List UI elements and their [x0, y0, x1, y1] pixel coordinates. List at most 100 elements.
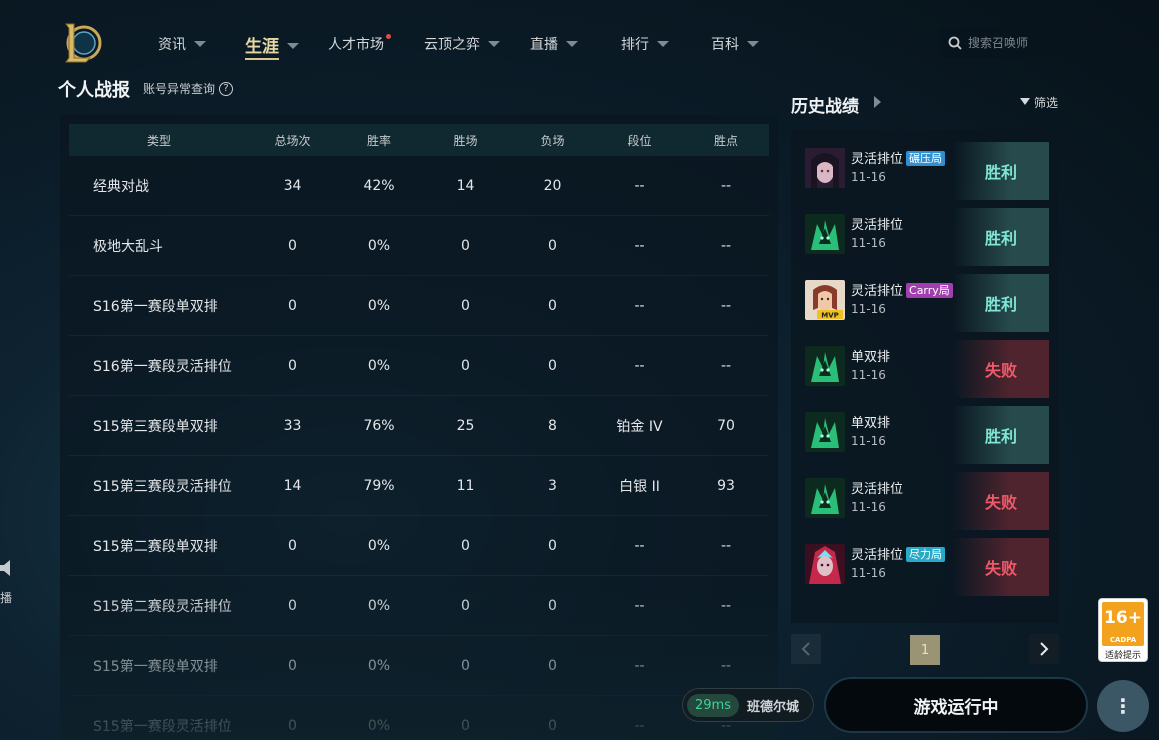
stat-cell: -- [634, 177, 645, 194]
queue-type: S16第一赛段灵活排位 [93, 358, 232, 375]
history-title[interactable]: 历史战绩 [791, 92, 859, 117]
search-box[interactable] [940, 28, 1064, 58]
match-item[interactable]: MVP 灵活排位 Carry局 11-16 胜利 [805, 274, 1049, 332]
lol-logo[interactable] [60, 20, 102, 64]
page-number[interactable]: 1 [910, 635, 940, 665]
stats-panel: 类型 总场次 胜率 胜场 负场 段位 胜点 经典对战 34 42% 14 20 -- -- 极… [60, 115, 778, 740]
match-mode-label: 灵活排位 [851, 152, 904, 167]
nav-talent-market[interactable]: 人才市场 [328, 34, 391, 54]
match-mode: 灵活排位 碾压局 [851, 148, 946, 167]
stat-cell: -- [634, 237, 645, 254]
nav-career[interactable]: 生涯 [245, 32, 299, 60]
server-name: 班德尔城 [746, 699, 799, 715]
match-mode: 单双排 [851, 346, 890, 365]
live-widget-label: 播 [0, 591, 13, 605]
live-widget[interactable]: 播 [0, 560, 12, 606]
search-input[interactable] [968, 36, 1058, 50]
account-abnormal-link[interactable]: 账号异常查询 ? [143, 80, 234, 97]
nav-wiki[interactable]: 百科 [711, 34, 759, 54]
nav-tft[interactable]: 云顶之弈 [424, 34, 500, 54]
queue-type: S15第一赛段单双排 [93, 658, 218, 675]
champion-avatar[interactable] [805, 478, 845, 518]
champion-avatar[interactable] [805, 544, 845, 584]
match-mode-label: 灵活排位 [851, 482, 904, 497]
filter-button[interactable]: 筛选 [1020, 94, 1058, 111]
nav-label: 资讯 [158, 37, 186, 53]
queue-type: S15第三赛段灵活排位 [93, 478, 232, 495]
column-header: 胜率 [366, 133, 391, 148]
queue-type: S15第二赛段单双排 [93, 538, 218, 555]
stat-cell: 0% [367, 357, 391, 374]
stat-cell: 0 [461, 537, 470, 554]
nav-news[interactable]: 资讯 [158, 34, 206, 54]
stat-cell: 76% [363, 417, 395, 434]
stat-cell: -- [720, 177, 732, 194]
match-result-win: 胜利 [953, 208, 1049, 266]
match-item[interactable]: 单双排 11-16 失败 [805, 340, 1049, 398]
queue-type: S16第一赛段单双排 [93, 298, 218, 315]
champion-avatar[interactable] [805, 214, 845, 254]
match-tag-badge: 碾压局 [906, 151, 946, 166]
match-mode-label: 灵活排位 [851, 218, 904, 233]
nav-label: 百科 [711, 37, 739, 53]
stat-cell: 白银 II [619, 478, 660, 495]
champion-avatar[interactable]: MVP [805, 280, 845, 320]
champion-avatar[interactable] [805, 412, 845, 452]
match-item[interactable]: 灵活排位 碾压局 11-16 胜利 [805, 142, 1049, 200]
column-header: 总场次 [274, 133, 311, 148]
champion-avatar[interactable] [805, 346, 845, 386]
notification-dot [386, 34, 391, 39]
stat-cell: 0 [461, 297, 470, 314]
stat-cell: 0 [288, 237, 297, 254]
prev-page-button[interactable] [791, 634, 821, 664]
match-mode-label: 灵活排位 [851, 284, 904, 299]
match-date: 11-16 [851, 302, 886, 316]
stat-cell: 8 [548, 417, 557, 434]
match-mode: 单双排 [851, 412, 890, 431]
game-running-button[interactable]: 游戏运行中 [824, 677, 1088, 733]
table-row: S15第二赛段单双排 0 0% 0 0 -- -- [69, 516, 769, 576]
stat-cell: 0% [367, 597, 391, 614]
stat-cell: -- [634, 597, 645, 614]
match-date: 11-16 [851, 236, 886, 250]
table-row: S15第二赛段灵活排位 0 0% 0 0 -- -- [69, 576, 769, 636]
match-item[interactable]: 灵活排位 11-16 胜利 [805, 208, 1049, 266]
match-item[interactable]: 灵活排位 尽力局 11-16 失败 [805, 538, 1049, 596]
stat-cell: 0% [367, 297, 391, 314]
chevron-down-icon [287, 43, 299, 49]
stat-cell: 0 [548, 537, 557, 554]
more-options-button[interactable]: ⋮ [1097, 680, 1149, 732]
nav-live[interactable]: 直播 [530, 34, 578, 54]
stat-cell: 20 [543, 177, 562, 194]
queue-type: 经典对战 [93, 178, 149, 195]
match-item[interactable]: 单双排 11-16 胜利 [805, 406, 1049, 464]
chevron-left-icon [801, 642, 810, 656]
stat-cell: -- [720, 237, 732, 254]
match-result-loss: 失败 [953, 538, 1049, 596]
top-nav: 资讯 生涯 人才市场 云顶之弈 直播 排行 百科 [0, 0, 1159, 88]
match-result-win: 胜利 [953, 142, 1049, 200]
match-result-win: 胜利 [953, 274, 1049, 332]
stat-cell: 0 [461, 237, 470, 254]
ping-indicator[interactable]: 29ms 班德尔城 [682, 688, 814, 722]
stat-cell: 0% [367, 537, 391, 554]
stat-cell: 42% [363, 177, 395, 194]
match-mode: 灵活排位 [851, 478, 903, 497]
chevron-right-icon[interactable] [874, 96, 881, 108]
stat-cell: 70 [717, 417, 735, 434]
next-page-button[interactable] [1029, 634, 1059, 664]
stat-cell: -- [634, 657, 645, 674]
column-header: 类型 [146, 133, 171, 148]
stat-cell: 0% [367, 717, 391, 734]
stat-cell: 93 [717, 477, 735, 494]
nav-rank[interactable]: 排行 [621, 34, 669, 54]
match-mode-label: 单双排 [851, 416, 891, 431]
help-icon[interactable]: ? [219, 81, 234, 96]
match-mode: 灵活排位 Carry局 [851, 280, 953, 299]
match-item[interactable]: 灵活排位 11-16 失败 [805, 472, 1049, 530]
champion-avatar[interactable] [805, 148, 845, 188]
stat-cell: 25 [456, 417, 475, 434]
account-abnormal-label: 账号异常查询 [143, 82, 216, 96]
chevron-down-icon [747, 41, 759, 47]
match-mode-label: 灵活排位 [851, 548, 904, 563]
